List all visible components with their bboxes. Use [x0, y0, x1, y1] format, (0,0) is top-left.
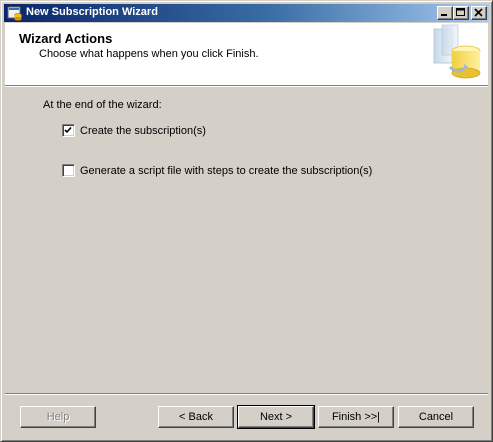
window-title: New Subscription Wizard — [26, 6, 158, 18]
title-bar[interactable]: New Subscription Wizard — [4, 4, 489, 22]
maximize-icon — [456, 8, 465, 16]
create-subscription-checkbox[interactable] — [62, 124, 75, 137]
header-separator — [5, 85, 488, 87]
intro-label: At the end of the wizard: — [43, 99, 162, 111]
generate-script-option[interactable]: Generate a script file with steps to cre… — [62, 164, 372, 177]
wizard-window: New Subscription Wizard Wizard Actions C… — [0, 0, 493, 442]
generate-script-checkbox[interactable] — [62, 164, 75, 177]
page-subtitle: Choose what happens when you click Finis… — [39, 48, 259, 60]
back-button[interactable]: < Back — [158, 406, 234, 428]
next-button[interactable]: Next > — [237, 405, 315, 429]
finish-button[interactable]: Finish >>| — [318, 406, 394, 428]
checkmark-icon — [64, 126, 72, 134]
create-subscription-option[interactable]: Create the subscription(s) — [62, 124, 206, 137]
close-icon — [474, 8, 483, 17]
page-title: Wizard Actions — [19, 31, 113, 46]
close-button[interactable] — [471, 6, 487, 20]
help-button[interactable]: Help — [20, 406, 96, 428]
create-subscription-label: Create the subscription(s) — [80, 124, 206, 137]
database-graphic-icon — [428, 23, 486, 85]
wizard-app-icon — [7, 5, 23, 21]
footer-separator — [5, 393, 488, 395]
minimize-icon — [441, 14, 447, 16]
cancel-button[interactable]: Cancel — [398, 406, 474, 428]
generate-script-label: Generate a script file with steps to cre… — [80, 164, 373, 177]
maximize-button[interactable] — [453, 6, 469, 20]
wizard-header: Wizard Actions Choose what happens when … — [5, 23, 488, 85]
minimize-button[interactable] — [437, 6, 453, 20]
